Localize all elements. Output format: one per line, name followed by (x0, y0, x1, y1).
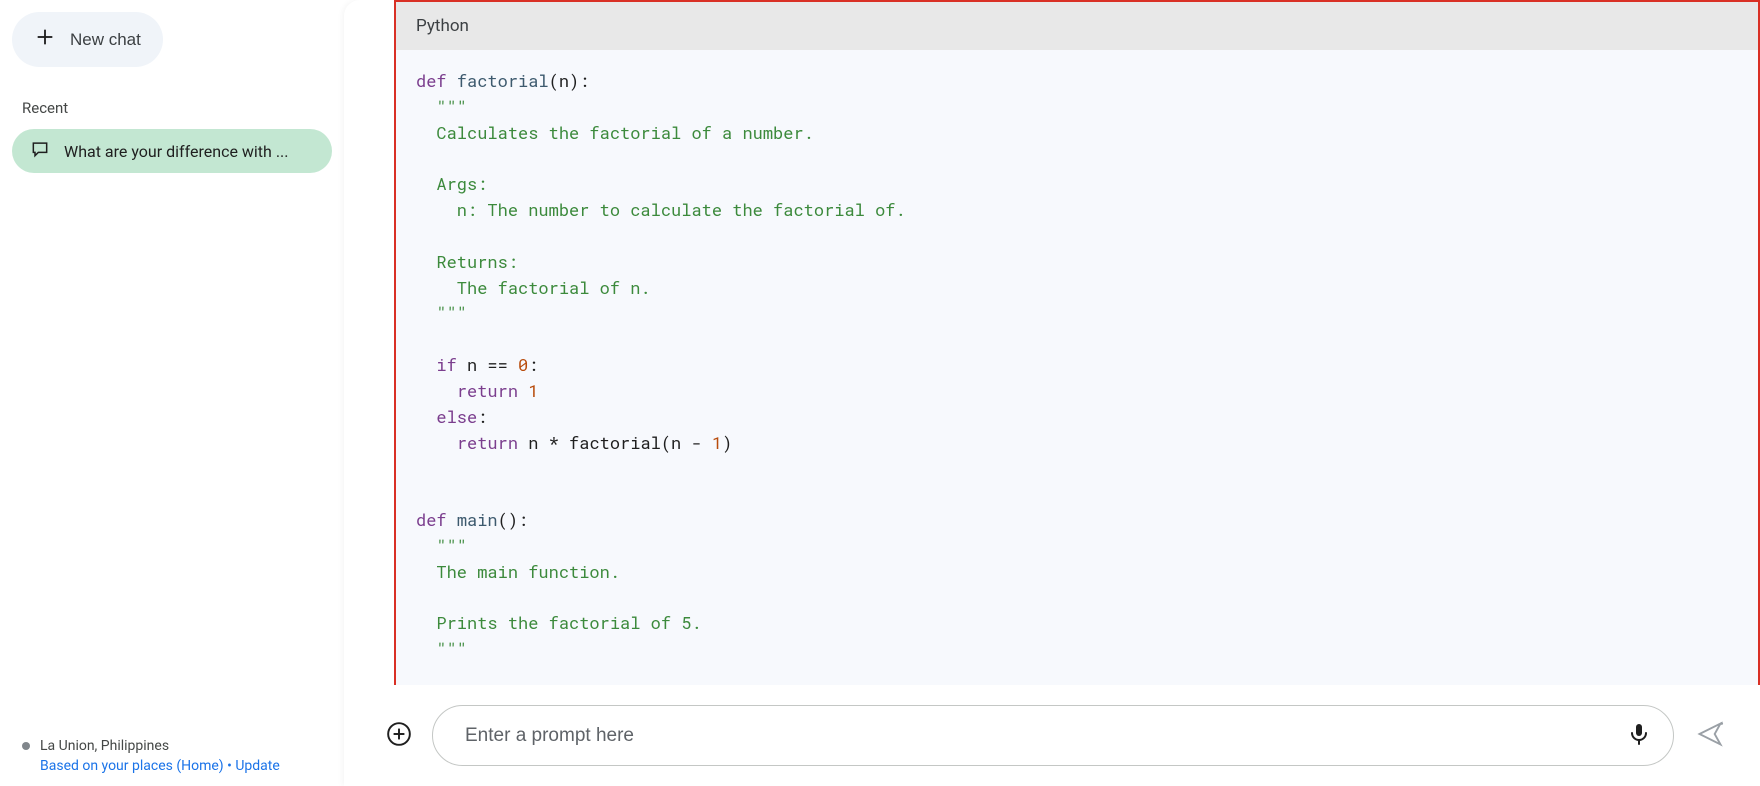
code-block: Python def factorial(n): """ Calculates … (394, 0, 1760, 685)
location-dot-icon (22, 742, 30, 750)
main-content: Python def factorial(n): """ Calculates … (344, 0, 1760, 786)
new-chat-button[interactable]: New chat (12, 12, 163, 67)
microphone-button[interactable] (1619, 714, 1659, 757)
code-body: def factorial(n): """ Calculates the fac… (396, 50, 1758, 685)
plus-icon (34, 26, 56, 53)
sidebar-footer: La Union, Philippines Based on your plac… (8, 738, 336, 774)
chat-icon (30, 139, 50, 163)
plus-circle-icon (386, 721, 412, 750)
location-text: La Union, Philippines (40, 738, 169, 754)
new-chat-label: New chat (70, 30, 141, 50)
code-language-label: Python (396, 2, 1758, 50)
input-area (344, 685, 1760, 786)
sidebar: New chat Recent What are your difference… (0, 0, 344, 786)
recent-chat-item[interactable]: What are your difference with ... (12, 129, 332, 173)
microphone-icon (1627, 722, 1651, 749)
location-detail-link[interactable]: Based on your places (Home) • Update (22, 758, 322, 774)
location-row: La Union, Philippines (22, 738, 322, 754)
recent-chat-label: What are your difference with ... (64, 142, 314, 161)
chat-content-area: Python def factorial(n): """ Calculates … (344, 0, 1760, 685)
send-button[interactable] (1690, 714, 1730, 757)
prompt-input[interactable] (465, 725, 1619, 747)
send-icon (1696, 720, 1724, 751)
prompt-input-wrapper (432, 705, 1674, 766)
recent-section-label: Recent (8, 95, 336, 129)
add-attachment-button[interactable] (382, 717, 416, 754)
